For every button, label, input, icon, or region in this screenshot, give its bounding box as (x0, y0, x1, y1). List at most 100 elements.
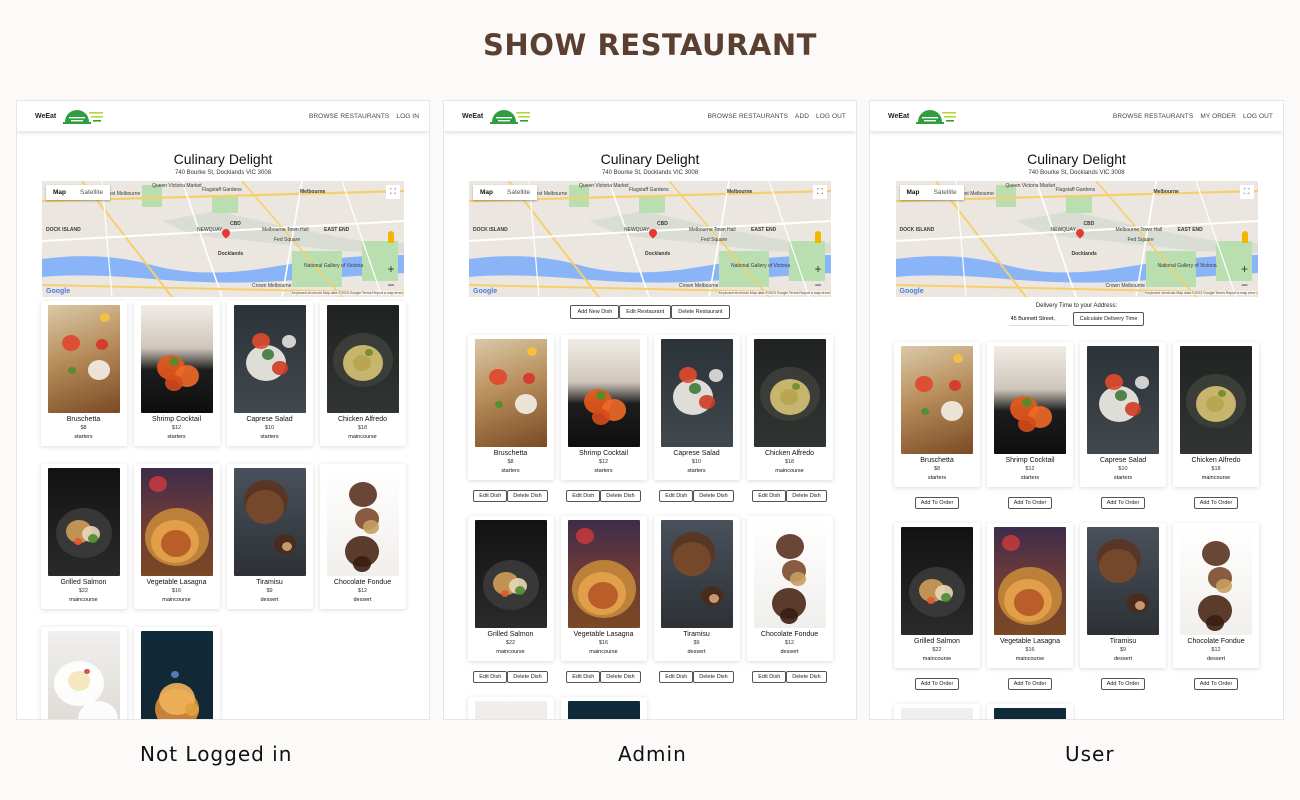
zoom-in-icon[interactable]: + (811, 261, 825, 277)
add-to-order-button[interactable]: Add To Order (1007, 678, 1053, 690)
edit-dish-button[interactable]: Edit Dish (566, 671, 601, 683)
delete-restaurant-button[interactable]: Delete Restaurant (671, 305, 730, 319)
delete-dish-button[interactable]: Delete Dish (693, 490, 734, 502)
dish-photo (326, 468, 399, 576)
edit-dish-button[interactable]: Edit Dish (659, 490, 694, 502)
map-tab-map[interactable]: Map (900, 185, 927, 200)
dish-card[interactable]: Tiramisu $9 dessert (1080, 523, 1166, 668)
street-view-pegman-icon[interactable] (388, 231, 394, 243)
nav-link-browse-restaurants[interactable]: BROWSE RESTAURANTS (309, 113, 389, 120)
dish-card[interactable] (40, 627, 127, 719)
dish-card[interactable]: Grilled Salmon $22 maincourse (40, 464, 127, 609)
google-map[interactable]: Map Satellite ⛶ + − West Melbourne Queen Victo… (469, 181, 831, 297)
dish-card[interactable]: Shrimp Cocktail $12 starters (987, 342, 1073, 487)
edit-restaurant-button[interactable]: Edit Restaurant (619, 305, 672, 319)
dish-card[interactable]: Vegetable Lasagna $16 maincourse (987, 523, 1073, 668)
dish-cell: Chocolate Fondue $12 dessert Add To Order (1173, 523, 1259, 704)
nav-link-log-in[interactable]: LOG IN (396, 113, 419, 120)
nav-link-add[interactable]: ADD (795, 113, 809, 120)
add-to-order-button[interactable]: Add To Order (1193, 497, 1239, 509)
nav-link-browse-restaurants[interactable]: BROWSE RESTAURANTS (1113, 113, 1193, 120)
navbar: WeEat BROWSE RESTAURANTS ADD LOG OUT (444, 101, 856, 131)
map-tab-satellite[interactable]: Satellite (500, 185, 537, 200)
dish-card[interactable]: Vegetable Lasagna $16 maincourse (560, 516, 647, 661)
fullscreen-icon[interactable]: ⛶ (813, 185, 827, 199)
address-input[interactable] (1008, 312, 1069, 326)
edit-dish-button[interactable]: Edit Dish (473, 671, 508, 683)
nav-link-log-out[interactable]: LOG OUT (816, 113, 846, 120)
dish-card[interactable]: Shrimp Cocktail $12 starters (560, 335, 647, 480)
nav-link-my-order[interactable]: MY ORDER (1200, 113, 1236, 120)
brand[interactable]: WeEat (35, 106, 107, 126)
map-attribution[interactable]: Keyboard shortcuts Map data ©2023 Google… (1145, 291, 1256, 295)
map-attribution[interactable]: Keyboard shortcuts Map data ©2023 Google… (291, 291, 402, 295)
map-tab-map[interactable]: Map (473, 185, 500, 200)
dish-card[interactable]: Caprese Salad $10 starters (1080, 342, 1166, 487)
dish-card[interactable]: Tiramisu $9 dessert (226, 464, 313, 609)
zoom-in-icon[interactable]: + (1238, 261, 1252, 277)
add-to-order-button[interactable]: Add To Order (1100, 497, 1146, 509)
dish-card[interactable]: Chocolate Fondue $12 dessert (1173, 523, 1259, 668)
delete-dish-button[interactable]: Delete Dish (600, 490, 641, 502)
street-view-pegman-icon[interactable] (815, 231, 821, 243)
street-view-pegman-icon[interactable] (1241, 231, 1248, 243)
add-to-order-button[interactable]: Add To Order (1193, 678, 1239, 690)
calculate-delivery-time-button[interactable]: Calculate Delivery Time (1072, 312, 1145, 326)
add-to-order-button[interactable]: Add To Order (1007, 497, 1053, 509)
dish-card[interactable]: Chocolate Fondue $12 dessert (746, 516, 833, 661)
dish-card[interactable]: Shrimp Cocktail $12 starters (133, 301, 220, 446)
dish-card[interactable]: Caprese Salad $10 starters (653, 335, 740, 480)
zoom-controls: + − (1238, 261, 1252, 293)
add-to-order-button[interactable]: Add To Order (914, 497, 960, 509)
map-tab-satellite[interactable]: Satellite (73, 185, 110, 200)
add-new-dish-button[interactable]: Add New Dish (570, 305, 620, 319)
brand[interactable]: WeEat (888, 106, 960, 126)
map-tab-map[interactable]: Map (46, 185, 73, 200)
edit-dish-button[interactable]: Edit Dish (752, 490, 787, 502)
edit-dish-button[interactable]: Edit Dish (752, 671, 787, 683)
map-place-label: Melbourne (727, 189, 753, 195)
add-to-order-button[interactable]: Add To Order (914, 678, 960, 690)
google-map[interactable]: Map Satellite ⛶ + − West Melbourne Queen Victo… (895, 181, 1258, 297)
map-tab-satellite[interactable]: Satellite (927, 185, 964, 200)
dish-card[interactable]: Vegetable Lasagna $16 maincourse (133, 464, 220, 609)
dish-card[interactable]: Grilled Salmon $22 maincourse (894, 523, 980, 668)
nav-link-log-out[interactable]: LOG OUT (1243, 113, 1273, 120)
brand[interactable]: WeEat (462, 106, 534, 126)
fullscreen-icon[interactable]: ⛶ (1239, 185, 1254, 199)
delete-dish-button[interactable]: Delete Dish (600, 671, 641, 683)
delete-dish-button[interactable]: Delete Dish (786, 671, 827, 683)
edit-dish-button[interactable]: Edit Dish (659, 671, 694, 683)
delete-dish-button[interactable]: Delete Dish (507, 671, 548, 683)
dish-card[interactable]: Bruschetta $8 starters (40, 301, 127, 446)
google-map[interactable]: Map Satellite ⛶ + − West Melbourne Queen Victo… (42, 181, 404, 297)
dish-card[interactable]: Bruschetta $8 starters (467, 335, 554, 480)
dish-card[interactable]: Caprese Salad $10 starters (226, 301, 313, 446)
dish-card[interactable]: Tiramisu $9 dessert (653, 516, 740, 661)
fullscreen-icon[interactable]: ⛶ (386, 185, 400, 199)
dish-card[interactable]: Grilled Salmon $22 maincourse (467, 516, 554, 661)
dish-card[interactable]: Chicken Alfredo $18 maincourse (1173, 342, 1259, 487)
map-attribution[interactable]: Keyboard shortcuts Map data ©2023 Google… (718, 291, 829, 295)
dish-card[interactable] (467, 697, 554, 719)
zoom-in-icon[interactable]: + (384, 261, 398, 277)
edit-dish-button[interactable]: Edit Dish (473, 490, 508, 502)
add-to-order-button[interactable]: Add To Order (1100, 678, 1146, 690)
nav-link-browse-restaurants[interactable]: BROWSE RESTAURANTS (708, 113, 788, 120)
dish-card[interactable]: Chicken Alfredo $18 maincourse (319, 301, 406, 446)
dish-card[interactable] (560, 697, 647, 719)
dish-card[interactable] (894, 704, 980, 719)
google-logo: Google (899, 288, 924, 295)
dish-card[interactable]: Chocolate Fondue $12 dessert (319, 464, 406, 609)
edit-dish-button[interactable]: Edit Dish (566, 490, 601, 502)
dish-card[interactable]: Chicken Alfredo $18 maincourse (746, 335, 833, 480)
dish-price: $22 (505, 640, 516, 646)
dish-price: $12 (1025, 466, 1035, 472)
dish-card[interactable]: Bruschetta $8 starters (894, 342, 980, 487)
delete-dish-button[interactable]: Delete Dish (786, 490, 827, 502)
dish-card[interactable] (987, 704, 1073, 719)
dish-category: starters (1113, 475, 1133, 481)
delete-dish-button[interactable]: Delete Dish (693, 671, 734, 683)
dish-card[interactable] (133, 627, 220, 719)
delete-dish-button[interactable]: Delete Dish (507, 490, 548, 502)
